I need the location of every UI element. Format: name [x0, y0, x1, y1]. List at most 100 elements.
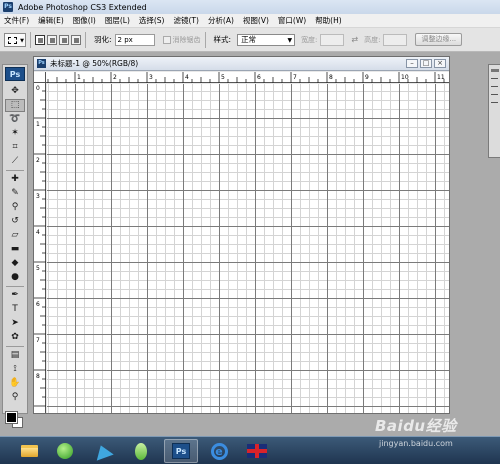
divider	[30, 31, 31, 48]
spot-healing-brush-tool-icon[interactable]: ✚	[5, 173, 25, 186]
window-controls: – □ ×	[406, 59, 446, 68]
ruler-origin[interactable]	[34, 72, 46, 83]
subtract-selection-icon[interactable]	[59, 34, 69, 45]
close-button[interactable]: ×	[434, 59, 446, 68]
pen-tool-icon[interactable]: ✒	[5, 289, 25, 302]
ruler-label: 11	[437, 74, 445, 81]
add-to-selection-icon[interactable]	[47, 34, 57, 45]
taskbar-leaf[interactable]	[124, 439, 158, 463]
taskbar-photoshop[interactable]: Ps	[164, 439, 198, 463]
style-select[interactable]: 正常 ▼	[237, 33, 296, 46]
panel-line	[491, 86, 498, 87]
custom-shape-tool-icon[interactable]: ✿	[5, 331, 25, 344]
document-title: 未标题-1 @ 50%(RGB/8)	[50, 59, 139, 68]
folder-icon	[20, 445, 38, 457]
notes-tool-icon[interactable]: ▤	[5, 349, 25, 362]
ruler-label: 1	[36, 121, 40, 128]
toolbox: Ps ✥ ⬚ ➰ ✶ ⌗ ⟋ ✚ ✎ ⚲ ↺ ▱ ▬ ◆ ● ✒ T ➤ ✿ ▤ ⟟ ✋ ⚲	[2, 64, 28, 428]
maximize-button[interactable]: □	[420, 59, 432, 68]
type-tool-icon[interactable]: T	[5, 303, 25, 316]
taskbar-bird[interactable]	[86, 439, 120, 463]
toolbox-divider	[6, 346, 24, 347]
menu-item[interactable]: 滤镜(T)	[174, 15, 199, 26]
ruler-label: 10	[401, 74, 409, 81]
watermark-main: Baidu经验	[375, 417, 457, 435]
height-input[interactable]	[383, 33, 408, 46]
style-value: 正常	[241, 34, 257, 44]
width-label: 宽度:	[301, 35, 318, 44]
intersect-selection-icon[interactable]	[71, 34, 81, 45]
ruler-label: 3	[149, 74, 153, 81]
gradient-tool-icon[interactable]: ▬	[5, 243, 25, 256]
clone-stamp-tool-icon[interactable]: ⚲	[5, 201, 25, 214]
ruler-horizontal[interactable]: 1 2 3 4 5 6 7 8 9 10 11	[46, 72, 449, 83]
magic-wand-tool-icon[interactable]: ✶	[5, 127, 25, 140]
swap-icon[interactable]: ⇄	[351, 35, 358, 44]
menu-item[interactable]: 文件(F)	[4, 15, 29, 26]
path-selection-tool-icon[interactable]: ➤	[5, 317, 25, 330]
brush-tool-icon[interactable]: ✎	[5, 187, 25, 200]
ruler-label: 7	[36, 337, 40, 344]
refine-edge-button[interactable]: 调整边缘...	[415, 33, 463, 46]
watermark: Baidu经验 jingyan.baidu.com	[375, 415, 497, 455]
menu-item[interactable]: 视图(V)	[243, 15, 269, 26]
taskbar-flag[interactable]	[240, 439, 274, 463]
ps-logo[interactable]: Ps	[5, 67, 25, 81]
menu-item[interactable]: 编辑(E)	[38, 15, 64, 26]
menu-item[interactable]: 帮助(H)	[315, 15, 342, 26]
move-tool-icon[interactable]: ✥	[5, 85, 25, 98]
menu-item[interactable]: 分析(A)	[208, 15, 234, 26]
taskbar-360[interactable]	[48, 439, 82, 463]
title-bar: Ps Adobe Photoshop CS3 Extended	[0, 0, 500, 14]
history-brush-tool-icon[interactable]: ↺	[5, 215, 25, 228]
eyedropper-tool-icon[interactable]: ⟟	[5, 363, 25, 376]
menu-item[interactable]: 图层(L)	[105, 15, 130, 26]
document-title-bar[interactable]: Ps 未标题-1 @ 50%(RGB/8) – □ ×	[34, 57, 449, 71]
ruler-vertical[interactable]: 0 1 2 3 4 5 6 7 8	[34, 83, 46, 413]
canvas-grid[interactable]	[47, 84, 449, 413]
eraser-tool-icon[interactable]: ▱	[5, 229, 25, 242]
selection-modes	[35, 34, 81, 45]
ps-app-icon: Ps	[3, 2, 13, 12]
green-circle-icon	[57, 443, 73, 459]
ruler-label: 0	[36, 85, 40, 92]
ps-icon: Ps	[172, 443, 190, 459]
panel-line	[491, 78, 498, 79]
new-selection-icon[interactable]	[35, 34, 45, 45]
divider	[85, 31, 86, 48]
taskbar-explorer[interactable]	[12, 439, 46, 463]
panel-grip	[491, 69, 499, 72]
chevron-down-icon: ▼	[287, 36, 293, 44]
rectangular-marquee-tool-icon[interactable]: ⬚	[5, 99, 25, 112]
width-input[interactable]	[320, 33, 345, 46]
blur-tool-icon[interactable]: ◆	[5, 257, 25, 270]
marquee-preset-icon	[8, 36, 17, 44]
panel-line	[491, 94, 498, 95]
crop-tool-icon[interactable]: ⌗	[5, 141, 25, 154]
menu-item[interactable]: 窗口(W)	[278, 15, 306, 26]
ruler-label: 8	[36, 373, 40, 380]
tool-preset-picker[interactable]: ▼	[4, 32, 26, 47]
lasso-tool-icon[interactable]: ➰	[5, 113, 25, 126]
menu-item[interactable]: 图像(I)	[73, 15, 96, 26]
dodge-tool-icon[interactable]: ●	[5, 271, 25, 284]
taskbar-ie[interactable]: e	[202, 439, 236, 463]
ruler-label: 4	[185, 74, 189, 81]
hand-tool-icon[interactable]: ✋	[5, 377, 25, 390]
slice-tool-icon[interactable]: ⟋	[5, 155, 25, 168]
ruler-label: 9	[365, 74, 369, 81]
toolbox-divider	[6, 170, 24, 171]
style-label: 样式:	[213, 35, 232, 44]
foreground-color-swatch[interactable]	[6, 412, 17, 423]
ruler-label: 3	[36, 193, 40, 200]
ruler-label: 2	[113, 74, 117, 81]
collapsed-panel[interactable]	[488, 64, 500, 158]
menu-item[interactable]: 选择(S)	[139, 15, 165, 26]
minimize-button[interactable]: –	[406, 59, 418, 68]
uk-flag-icon	[247, 444, 267, 458]
ruler-horizontal-ticks: 1 2 3 4 5 6 7 8 9 10 11	[47, 72, 445, 83]
feather-input[interactable]: 2 px	[114, 33, 155, 46]
anti-alias-checkbox[interactable]	[162, 35, 171, 44]
zoom-tool-icon[interactable]: ⚲	[5, 391, 25, 404]
ruler-label: 6	[36, 301, 40, 308]
